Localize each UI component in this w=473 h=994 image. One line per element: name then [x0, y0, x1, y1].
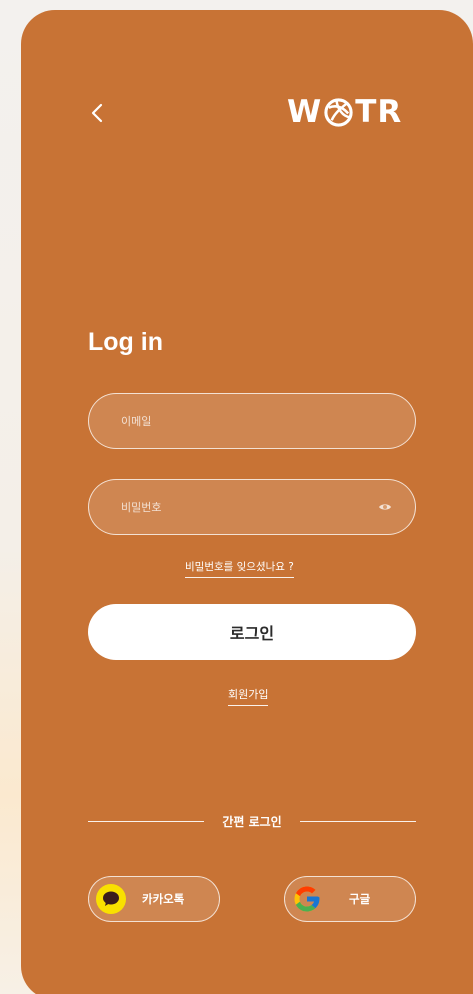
password-field[interactable] [88, 479, 416, 535]
password-input[interactable] [119, 499, 377, 515]
quick-login-label: 간편 로그인 [222, 814, 282, 829]
show-password-button[interactable] [377, 499, 393, 515]
email-field[interactable] [88, 393, 416, 449]
google-login-button[interactable]: 구글 [284, 876, 416, 922]
page-title: Log in [88, 328, 163, 356]
google-icon [291, 883, 323, 915]
kakao-login-label: 카카오톡 [142, 892, 185, 906]
signup-link[interactable]: 회원가입 [228, 686, 269, 706]
volleyball-icon [324, 97, 353, 127]
brand-logo: W TR [287, 93, 403, 130]
login-button[interactable]: 로그인 [88, 604, 416, 660]
eye-icon [379, 504, 391, 510]
chevron-left-icon [91, 103, 103, 123]
divider-line-right [299, 820, 417, 822]
divider-line-left [88, 820, 205, 822]
kakao-talk-icon [96, 884, 126, 914]
kakao-login-button[interactable]: 카카오톡 [88, 876, 220, 922]
email-input[interactable] [119, 413, 393, 429]
quick-login-divider: 간편 로그인 [88, 811, 417, 831]
forgot-password-link[interactable]: 비밀번호를 잊으셨나요 ? [185, 559, 294, 578]
login-card: W TR Log in 비밀번호를 잊으셨나요 ? 로그인 회원가입 간편 로그… [21, 10, 473, 994]
back-button[interactable] [85, 100, 111, 126]
google-login-label: 구글 [349, 892, 371, 906]
